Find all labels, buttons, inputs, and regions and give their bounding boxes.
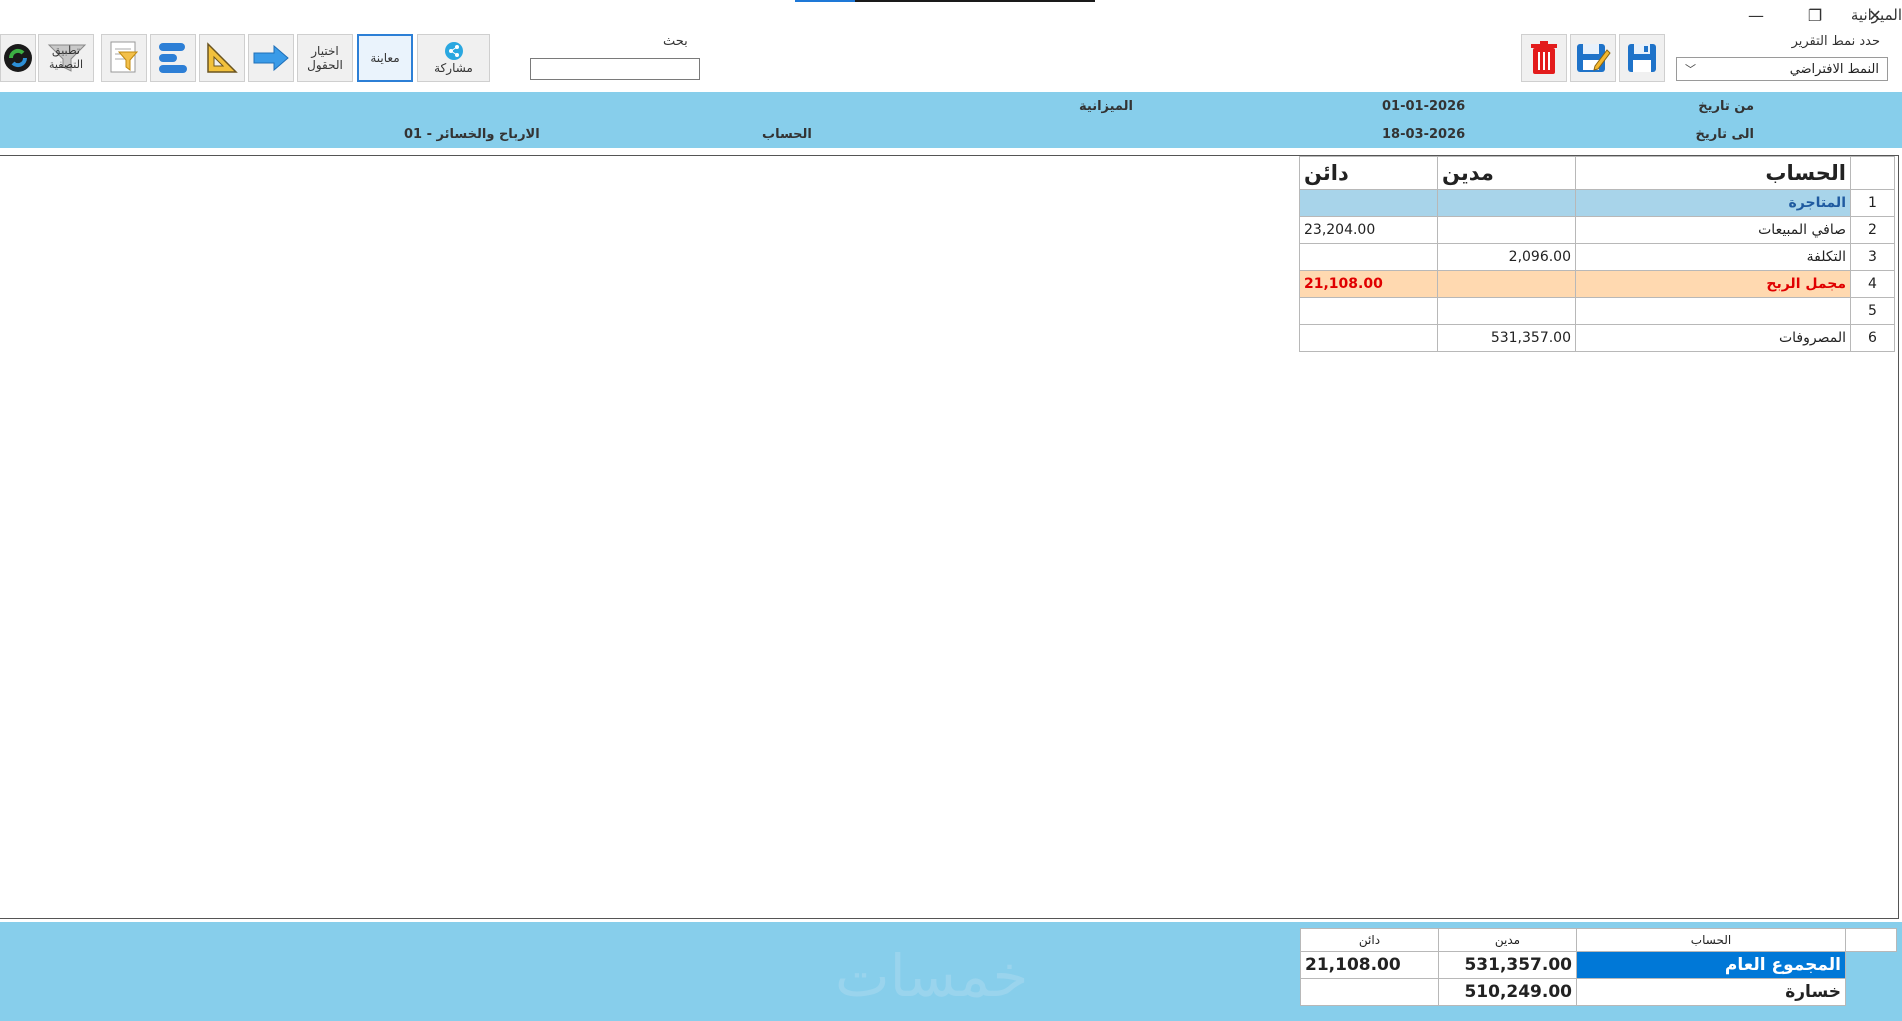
debit-cell [1437, 297, 1576, 325]
totals-pad-cell [1845, 951, 1897, 979]
grand-total-label: المجموع العام [1576, 951, 1846, 979]
chevron-down-icon: ﹀ [1685, 63, 1696, 76]
save-edit-icon [1575, 40, 1611, 76]
row-index: 1 [1850, 189, 1895, 217]
totals-account-header: الحساب [1576, 928, 1846, 952]
report-table: الحساب مدين دائن 1 المتاجرة 2 صافي المبي… [1299, 156, 1895, 352]
search-input[interactable] [530, 58, 700, 80]
watermark-logo: خمسات [835, 942, 1029, 1010]
table-row[interactable]: 1 المتاجرة [1299, 189, 1895, 217]
account-column-header[interactable]: الحساب [1575, 156, 1851, 190]
row-index: 5 [1850, 297, 1895, 325]
table-row[interactable]: 5 [1299, 297, 1895, 325]
totals-header-row: الحساب مدين دائن [1300, 928, 1897, 952]
credit-cell: 23,204.00 [1299, 216, 1438, 244]
account-cell: مجمل الربح [1575, 270, 1851, 298]
credit-cell [1299, 297, 1438, 325]
totals-debit-header: مدين [1438, 928, 1577, 952]
table-row[interactable]: 4 مجمل الربح 21,108.00 [1299, 270, 1895, 298]
title-accent-highlight [795, 0, 855, 2]
totals-pad-cell [1845, 978, 1897, 1006]
table-row[interactable]: 3 التكلفة 2,096.00 [1299, 243, 1895, 271]
debit-cell [1437, 189, 1576, 217]
report-pattern-label: حدد نمط التقرير [1791, 34, 1880, 49]
refresh-icon [2, 42, 34, 74]
row-index: 4 [1850, 270, 1895, 298]
table-row[interactable]: 2 صافي المبيعات 23,204.00 [1299, 216, 1895, 244]
row-index: 6 [1850, 324, 1895, 352]
delete-button[interactable] [1521, 34, 1567, 82]
filter-document-icon [107, 40, 141, 76]
report-header-band: من تاريخ 01-01-2026 الميزانية الى تاريخ … [0, 92, 1902, 148]
grand-total-debit: 531,357.00 [1438, 951, 1577, 979]
page-setup-button[interactable] [199, 34, 245, 82]
share-label: مشاركة [434, 61, 473, 75]
group-bars-icon [156, 40, 190, 76]
table-row[interactable]: 6 المصروفات 531,357.00 [1299, 324, 1895, 352]
loss-row: خسارة 510,249.00 [1300, 978, 1897, 1006]
from-date-value: 01-01-2026 [1382, 99, 1466, 114]
loss-credit [1300, 978, 1439, 1006]
account-cell: المصروفات [1575, 324, 1851, 352]
credit-cell: 21,108.00 [1299, 270, 1438, 298]
debit-cell [1437, 270, 1576, 298]
debit-column-header[interactable]: مدين [1437, 156, 1576, 190]
share-icon [444, 41, 464, 61]
select-fields-label-2: الحقول [307, 58, 343, 72]
report-name: الميزانية [1079, 99, 1133, 114]
preview-label: معاينة [370, 51, 400, 65]
credit-cell [1299, 243, 1438, 271]
arrow-right-icon [252, 43, 290, 73]
export-button[interactable] [248, 34, 294, 82]
floppy-disk-icon [1626, 42, 1658, 74]
edit-save-button[interactable] [1570, 34, 1616, 82]
minimize-button[interactable]: — [1727, 0, 1785, 30]
to-date-label: الى تاريخ [1695, 127, 1754, 142]
credit-cell [1299, 324, 1438, 352]
to-date-value: 18-03-2026 [1382, 127, 1466, 142]
share-button[interactable]: مشاركة [417, 34, 490, 82]
ruler-triangle-icon [205, 41, 239, 75]
report-pattern-value: النمط الافتراضي [1789, 61, 1879, 77]
apply-filter-button[interactable]: تطبيق التصفية [38, 34, 94, 82]
group-button[interactable] [150, 34, 196, 82]
refresh-button[interactable] [0, 34, 36, 82]
apply-filter-label: تطبيق التصفية [48, 44, 84, 71]
debit-cell [1437, 216, 1576, 244]
debit-cell: 2,096.00 [1437, 243, 1576, 271]
select-fields-label-1: اختيار [311, 44, 339, 58]
title-bar [0, 0, 1902, 30]
totals-table: الحساب مدين دائن المجموع العام 531,357.0… [1300, 928, 1897, 1006]
loss-label: خسارة [1576, 978, 1846, 1006]
toolbar: تطبيق التصفية اختيار الحقول معاينة مشارك… [0, 30, 1902, 92]
close-button[interactable]: ✕ [1846, 0, 1902, 30]
row-index-header [1850, 156, 1895, 190]
from-date-label: من تاريخ [1698, 99, 1754, 114]
grand-total-row: المجموع العام 531,357.00 21,108.00 [1300, 951, 1897, 979]
grand-total-credit: 21,108.00 [1300, 951, 1439, 979]
account-cell: التكلفة [1575, 243, 1851, 271]
restore-button[interactable]: ❐ [1786, 0, 1844, 30]
search-label: بحث [663, 34, 688, 49]
debit-cell: 531,357.00 [1437, 324, 1576, 352]
table-header-row: الحساب مدين دائن [1299, 156, 1895, 190]
account-cell: المتاجرة [1575, 189, 1851, 217]
account-cell [1575, 297, 1851, 325]
row-index: 2 [1850, 216, 1895, 244]
account-cell: صافي المبيعات [1575, 216, 1851, 244]
loss-debit: 510,249.00 [1438, 978, 1577, 1006]
credit-column-header[interactable]: دائن [1299, 156, 1438, 190]
totals-pad-cell [1845, 928, 1897, 952]
account-label: الحساب [762, 127, 812, 142]
account-value: 01 - الارباح والخسائر [404, 127, 540, 142]
preview-button[interactable]: معاينة [357, 34, 413, 82]
totals-credit-header: دائن [1300, 928, 1439, 952]
trash-icon [1529, 40, 1559, 76]
credit-cell [1299, 189, 1438, 217]
row-index: 3 [1850, 243, 1895, 271]
select-fields-button[interactable]: اختيار الحقول [297, 34, 353, 82]
filter-settings-button[interactable] [101, 34, 147, 82]
save-button[interactable] [1619, 34, 1665, 82]
report-pattern-select[interactable]: ﹀ النمط الافتراضي [1676, 57, 1888, 81]
